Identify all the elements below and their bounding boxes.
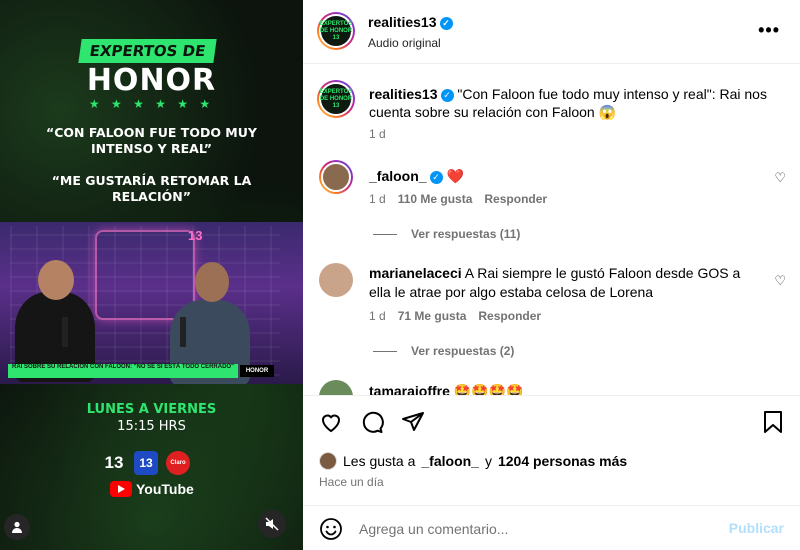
comment-likes[interactable]: 110 Me gusta [398,192,473,206]
verified-icon: ✓ [439,16,453,30]
verified-icon: ✓ [440,88,454,102]
caption-avatar[interactable]: EXPERTOS DE HONOR 13 [317,80,355,118]
liker-avatar[interactable] [319,452,337,470]
comment-meta: 1 d 110 Me gusta Responder [369,192,547,206]
caption-username[interactable]: realities13 [369,86,438,102]
bookmark-icon[interactable] [762,410,784,434]
video-quote-1: “CON FALOON FUE TODO MUY INTENSO Y REAL” [46,125,257,156]
commenter-avatar[interactable] [319,160,353,194]
more-options-icon[interactable]: ••• [758,20,780,41]
neon-sign [95,230,195,320]
like-comment-icon[interactable]: ♡ [774,170,786,186]
neon-number: 13 [188,228,203,243]
youtube-play-icon [110,481,132,497]
post-actions: Les gusta a _faloon_ y 1204 personas más… [303,395,800,505]
emoji-icon[interactable] [319,517,343,544]
channel-13-logo: 13 [104,453,124,472]
view-replies[interactable]: Ver respuestas (11) [373,227,520,241]
caption-text: realities13 ✓ "Con Faloon fue todo muy in… [369,85,769,121]
video-frame: 13 RAI SOBRE SU RELACIÓN CON FALOON: "NO… [0,222,303,384]
guest-left-head [38,260,74,300]
channel-logos: 13 13 Claro [102,451,190,475]
liker-username[interactable]: _faloon_ [421,453,479,469]
guest-right-head [195,262,229,302]
channel-13c-logo: 13 [134,451,158,475]
commenter-avatar[interactable] [319,380,353,395]
action-icons [319,410,425,434]
mute-icon[interactable] [258,510,286,538]
comments-list[interactable]: EXPERTOS DE HONOR 13 realities13 ✓ "Con F… [303,65,800,395]
replies-line [373,233,397,235]
comment-likes[interactable]: 71 Me gusta [398,309,467,323]
lower-third-logo: HONOR [240,365,274,377]
view-replies[interactable]: Ver respuestas (2) [373,344,514,358]
comment-body: ❤️ [446,168,464,184]
replies-line [373,350,397,352]
commenter-avatar[interactable] [319,263,353,297]
post-time: Hace un día [319,475,384,489]
commenter-username[interactable]: _faloon_ [369,168,427,184]
like-icon[interactable] [319,410,343,434]
comment-meta: 1 d 71 Me gusta Responder [369,309,541,323]
like-comment-icon[interactable]: ♡ [774,273,786,289]
caption-time: 1 d [369,127,386,141]
youtube-logo: YouTube [110,481,194,497]
post-header: EXPERTOS DE HONOR 13 realities13 ✓ Audio … [303,0,800,64]
likes-summary: Les gusta a _faloon_ y 1204 personas más [319,452,627,470]
verified-icon: ✓ [429,170,443,184]
reply-button[interactable]: Responder [484,192,547,206]
reply-button[interactable]: Responder [478,309,541,323]
publish-button[interactable]: Publicar [729,520,784,536]
audio-link[interactable]: Audio original [368,36,441,50]
youtube-label: YouTube [136,481,194,497]
lower-third: RAI SOBRE SU RELACIÓN CON FALOON: "NO SÉ… [8,364,238,378]
reel-video[interactable]: EXPERTOS DE HONOR ★ ★ ★ ★ ★ ★ “CON FALOO… [0,0,303,550]
comment-input[interactable] [359,518,719,540]
tagged-users-icon[interactable] [4,514,30,540]
comment-body: 🤩🤩🤩🤩 [453,383,524,395]
comment-time: 1 d [369,192,386,206]
comment: _faloon_ ✓ ❤️ ♡ 1 d 110 Me gusta Responde… [303,160,800,250]
post-panel: EXPERTOS DE HONOR 13 realities13 ✓ Audio … [303,0,800,550]
comment-time: 1 d [369,309,386,323]
video-stars: ★ ★ ★ ★ ★ ★ [88,97,215,111]
author-username[interactable]: realities13 ✓ [368,14,453,30]
microphone-icon [180,317,186,347]
video-badge: EXPERTOS DE [78,39,217,63]
microphone-icon [62,317,68,347]
comment-composer: Publicar [303,505,800,550]
likes-count[interactable]: 1204 personas más [498,453,627,469]
video-title: HONOR [86,63,217,98]
comment-text: marianelaceci A Rai siempre le gustó Fal… [369,264,759,302]
comment-icon[interactable] [360,410,384,434]
claro-logo: Claro [166,451,190,475]
comment: marianelaceci A Rai siempre le gustó Fal… [303,263,800,363]
commenter-username[interactable]: marianelaceci [369,265,462,281]
comment: tamarajoffre 🤩🤩🤩🤩 [303,380,800,395]
comment-text: tamarajoffre 🤩🤩🤩🤩 [369,382,759,395]
schedule-days: LUNES A VIERNES [86,402,217,417]
video-quote-2: “ME GUSTARÍA RETOMAR LA RELACIÓN” [51,173,252,204]
commenter-username[interactable]: tamarajoffre [369,383,450,395]
author-avatar[interactable]: EXPERTOS DE HONOR 13 [317,12,355,50]
caption: EXPERTOS DE HONOR 13 realities13 ✓ "Con F… [303,65,800,150]
comment-text: _faloon_ ✓ ❤️ [369,167,759,186]
schedule-time: 15:15 HRS [117,419,186,434]
share-icon[interactable] [401,410,425,434]
